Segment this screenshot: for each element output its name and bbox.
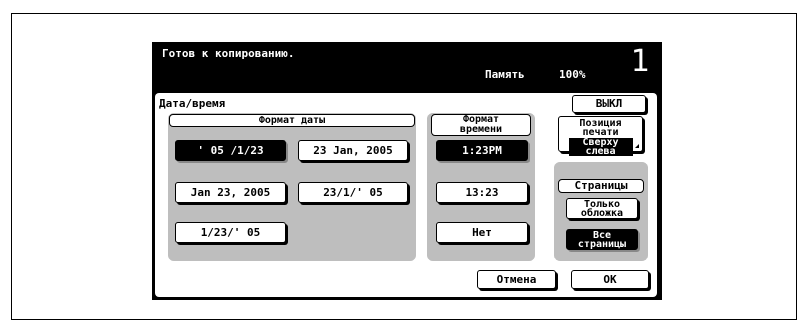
time-format-header-line2: времени — [459, 124, 503, 135]
date-option-d-m-yy[interactable]: 23/1/' 05 — [298, 182, 408, 203]
print-position-line2: печати — [582, 127, 619, 138]
memory-value: 100% — [559, 68, 586, 81]
time-option-24h[interactable]: 13:23 — [436, 182, 528, 203]
status-message: Готов к копированию. — [162, 47, 295, 60]
memory-label: Память — [485, 68, 525, 81]
all-pages-line2: страницы — [577, 238, 627, 250]
date-option-mon-d-yyyy[interactable]: Jan 23, 2005 — [175, 182, 286, 203]
date-option-m-d-yy[interactable]: 1/23/' 05 — [175, 222, 286, 243]
off-button[interactable]: ВЫКЛ — [572, 95, 646, 113]
cancel-button[interactable]: Отмена — [477, 270, 556, 289]
ok-button[interactable]: OK — [571, 270, 649, 289]
date-option-d-mon-yyyy[interactable]: 23 Jan, 2005 — [298, 140, 408, 161]
cover-only-line2: обложка — [580, 207, 624, 219]
print-position-value: Сверху слева — [568, 138, 633, 157]
pages-option-all[interactable]: Все страницы — [566, 229, 638, 250]
date-option-yy-m-d[interactable]: ' 05 /1/23 — [175, 140, 286, 161]
date-time-panel: Дата/время ВЫКЛ Формат даты ' 05 /1/23 2… — [155, 93, 657, 297]
print-position-button[interactable]: Позиция печати Сверху слева — [558, 116, 643, 157]
copy-count: 1 — [630, 44, 650, 79]
panel-title: Дата/время — [159, 97, 226, 110]
date-format-header: Формат даты — [169, 114, 415, 127]
submenu-arrow-icon — [635, 144, 639, 148]
pages-option-cover-only[interactable]: Только обложка — [566, 198, 638, 219]
time-format-header: Формат времени — [431, 114, 531, 136]
pages-header: Страницы — [558, 179, 644, 193]
control-panel-screen: Готов к копированию. Память 100% 1 Дата/… — [152, 42, 662, 300]
time-option-none[interactable]: Нет — [436, 222, 528, 243]
time-option-12h[interactable]: 1:23PM — [436, 140, 528, 161]
print-position-value-line2: слева — [585, 146, 616, 157]
